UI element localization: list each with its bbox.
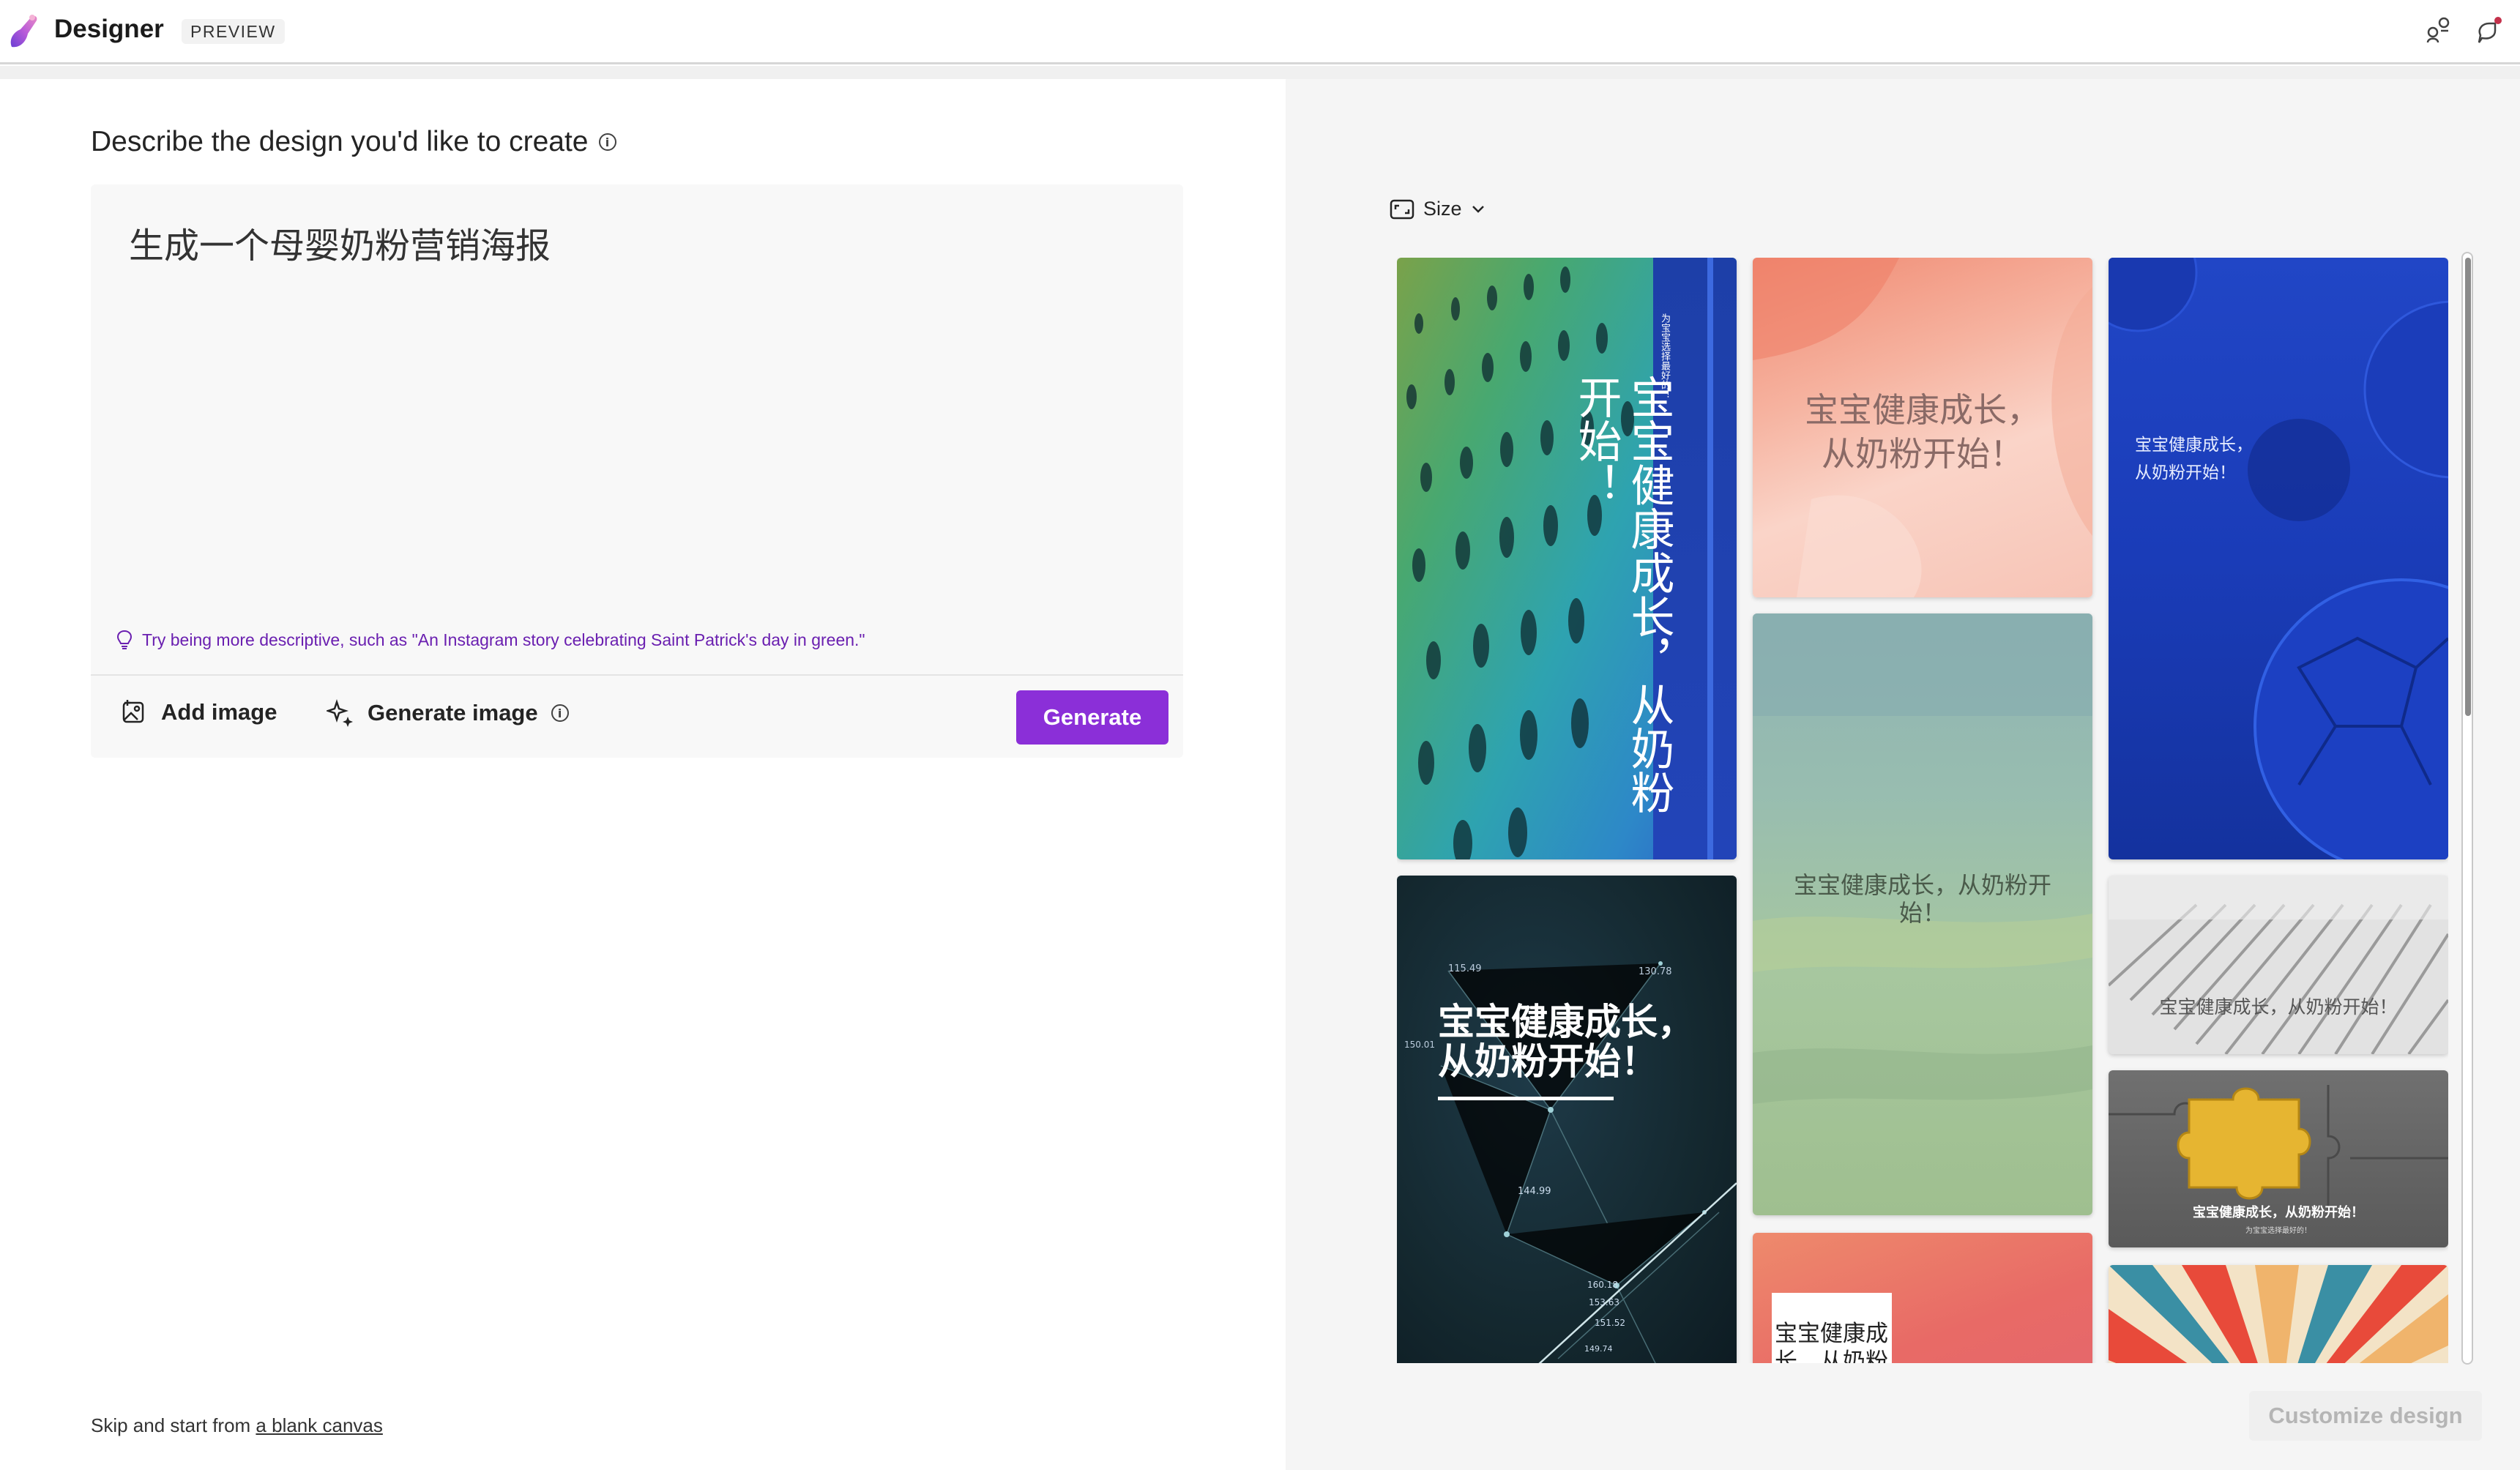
tile6-number-1: 115.49 (1448, 963, 1482, 974)
blank-canvas-link[interactable]: a blank canvas (256, 1414, 382, 1436)
tile1-subtitle: 为宝宝选择最好的！ (1659, 313, 1670, 399)
add-image-label: Add image (161, 699, 277, 725)
design-tile-9[interactable] (2109, 1265, 2448, 1363)
tile5-text: 宝宝健康成长，从奶粉开始！ (2159, 996, 2398, 1018)
tile6-underline (1438, 1097, 1614, 1100)
tile6-number-7: 151.52 (1595, 1318, 1625, 1328)
skip-blank-canvas: Skip and start from a blank canvas (91, 1414, 383, 1437)
tile6-number-4: 144.99 (1518, 1186, 1551, 1197)
gallery-scrollbar-thumb[interactable] (2465, 258, 2471, 716)
generate-image-button[interactable]: Generate image i (327, 699, 569, 727)
prompt-tip: Try being more descriptive, such as "An … (117, 630, 865, 650)
tile6-number-8: 149.74 (1584, 1344, 1613, 1354)
add-image-button[interactable]: Add image (122, 699, 277, 725)
tile2-line2: 从奶粉开始！ (1822, 434, 2024, 474)
share-icon[interactable] (2422, 13, 2454, 45)
design-tile-6[interactable]: 115.49 130.78 150.01 144.99 160.18 153.6… (1397, 876, 1737, 1363)
top-bar-divider (0, 66, 2520, 79)
tile7-subtitle: 为宝宝选择最好的！ (2245, 1227, 2311, 1235)
chevron-down-icon (1472, 205, 1484, 213)
tile4-line2: 始！ (1898, 899, 1946, 927)
lightbulb-icon (117, 630, 132, 649)
tile8-line2: 长，从奶粉 (1775, 1348, 1888, 1363)
customize-design-button[interactable]: Customize design (2249, 1391, 2482, 1441)
top-bar: Designer PREVIEW (0, 0, 2520, 64)
designer-logo-icon (10, 15, 37, 48)
generate-image-info-icon[interactable]: i (551, 704, 569, 722)
prompt-heading-text: Describe the design you'd like to create (91, 126, 589, 157)
tile3-line2: 从奶粉开始！ (2135, 463, 2236, 482)
tile3-line1: 宝宝健康成长， (2135, 436, 2253, 455)
design-tile-4[interactable]: 宝宝健康成长，从奶粉开 始！ (1753, 613, 2092, 1215)
tile6-line2: 从奶粉开始！ (1438, 1040, 1658, 1083)
tile6-number-3: 150.01 (1404, 1040, 1435, 1050)
preview-badge: PREVIEW (182, 19, 285, 44)
generate-image-label: Generate image (368, 700, 538, 725)
feedback-icon[interactable] (2473, 13, 2505, 45)
prompt-text[interactable]: 生成一个母婴奶粉营销海报 (129, 217, 551, 268)
design-tile-1[interactable]: 宝宝健康成长，从奶粉开始！ 为宝宝选择最好的！ (1397, 258, 1737, 859)
prompt-textarea[interactable]: 生成一个母婴奶粉营销海报 Try being more descriptive,… (91, 184, 1183, 676)
tile6-number-6: 153.63 (1589, 1297, 1619, 1307)
tile6-number-5: 160.18 (1587, 1280, 1618, 1290)
generate-button[interactable]: Generate (1016, 690, 1168, 745)
network-lines (1440, 961, 1737, 1363)
tile7-title: 宝宝健康成长，从奶粉开始！ (2193, 1205, 2364, 1220)
design-tile-7[interactable]: 宝宝健康成长，从奶粉开始！ 为宝宝选择最好的！ (2109, 1070, 2448, 1247)
tile1-stripe (1707, 258, 1713, 859)
tip-text: Try being more descriptive, such as "An … (142, 630, 865, 649)
skip-prefix: Skip and start from (91, 1414, 256, 1436)
design-tile-5[interactable]: 宝宝健康成长，从奶粉开始！ (2109, 876, 2448, 1054)
sunburst-pattern (2109, 1265, 2448, 1363)
design-tile-2[interactable]: 宝宝健康成长， 从奶粉开始！ (1753, 258, 2092, 597)
sparkle-icon (327, 699, 353, 727)
prompt-actions-bar: Add image Generate image i Generate (91, 674, 1183, 758)
tile6-number-2: 130.78 (1639, 966, 1672, 977)
info-icon[interactable]: i (598, 133, 616, 151)
prompt-heading: Describe the design you'd like to create… (91, 126, 616, 158)
add-image-icon (122, 700, 144, 723)
app-name: Designer (54, 15, 164, 43)
stairs-pattern (2109, 876, 2448, 1054)
design-gallery: 宝宝健康成长，从奶粉开始！ 为宝宝选择最好的！ 宝宝健康成长， 从奶粉开始！ 宝… (1397, 258, 2448, 1363)
size-dropdown[interactable]: Size (1390, 198, 1485, 220)
design-tile-3[interactable]: 宝宝健康成长， 从奶粉开始！ (2109, 258, 2448, 859)
tile2-line1: 宝宝健康成长， (1805, 390, 2040, 430)
size-label: Size (1423, 198, 1462, 220)
aspect-ratio-icon (1390, 199, 1414, 219)
design-tile-8[interactable]: 宝宝健康成 长，从奶粉 (1753, 1233, 2092, 1363)
soccer-balls (2109, 258, 2448, 859)
tile1-title: 宝宝健康成长，从奶粉开始！ (1570, 375, 1674, 814)
